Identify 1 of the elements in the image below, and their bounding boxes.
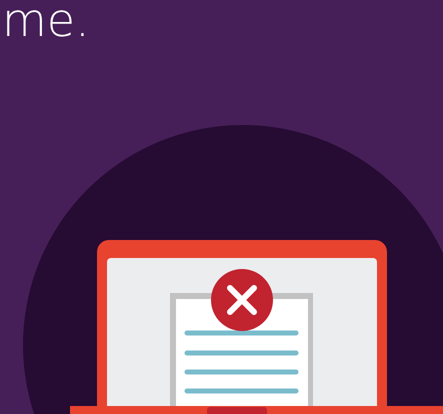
heading: me.: [1, 0, 91, 44]
